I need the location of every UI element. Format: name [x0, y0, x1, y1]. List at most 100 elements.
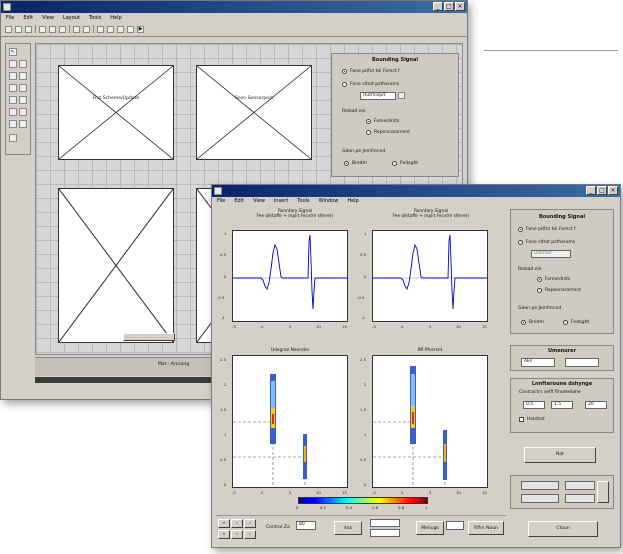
run-icon[interactable]: ▶ [137, 25, 144, 33]
layout-editor-titlebar[interactable]: _ □ × [1, 1, 467, 13]
figure-titlebar[interactable]: _ □ × [212, 185, 620, 197]
reset-button[interactable]: Rflrn Noun [468, 521, 504, 535]
value-edit-field[interactable]: Dehmer [531, 250, 571, 258]
extra-button[interactable] [597, 481, 609, 503]
energy-plot-axes[interactable] [372, 355, 488, 488]
menu-item[interactable]: Help [347, 197, 358, 206]
extra-field-3[interactable] [521, 494, 559, 503]
value-edit-field[interactable]: Hutmiepit [360, 92, 396, 100]
extra-field-4[interactable] [565, 494, 595, 503]
radio-option-2[interactable] [518, 240, 523, 245]
menu-item[interactable]: View [42, 14, 54, 23]
buttongroup-tool-icon[interactable] [19, 120, 27, 128]
menu-item[interactable]: View [253, 197, 265, 206]
axes-placeholder[interactable]: Frst Scheme/Update [58, 65, 174, 160]
range-to-field[interactable] [370, 529, 400, 537]
signal-plot-axes[interactable] [372, 230, 488, 322]
nav-down-prev-button[interactable]: ‹ [231, 530, 243, 539]
slider-tool-icon[interactable] [19, 60, 27, 68]
nav-prev-button[interactable]: ‹ [231, 519, 243, 528]
axes-placeholder[interactable] [58, 188, 174, 343]
radio-option-4[interactable] [537, 288, 542, 293]
settings-field[interactable] [446, 521, 464, 530]
settings-button[interactable]: Menugs [416, 521, 444, 535]
new-icon[interactable] [5, 25, 12, 33]
redo-icon[interactable] [83, 25, 90, 33]
minimize-icon[interactable]: _ [586, 186, 596, 195]
close-icon[interactable]: × [608, 186, 618, 195]
zoom-field[interactable]: 80 [296, 521, 316, 530]
extra-field-2[interactable] [565, 481, 595, 490]
menu-item[interactable]: Window [319, 197, 339, 206]
extra-field-1[interactable] [521, 481, 559, 490]
radio-option-1[interactable] [518, 227, 523, 232]
popup-tool-icon[interactable] [9, 96, 17, 104]
radio-option-5[interactable] [521, 320, 526, 325]
run-button[interactable]: Nat [524, 447, 596, 463]
toggle-tool-icon[interactable] [9, 108, 17, 116]
menu-item[interactable]: Edit [23, 14, 33, 23]
signal-plot-axes[interactable] [232, 230, 348, 322]
menu-item[interactable]: Insert [274, 197, 288, 206]
select-tool-icon[interactable]: ↖ [9, 48, 17, 56]
text-tool-icon[interactable] [19, 84, 27, 92]
copy-icon[interactable] [49, 25, 56, 33]
range-from-field[interactable] [370, 519, 400, 527]
panel-tool-icon[interactable] [9, 120, 17, 128]
menu-item[interactable]: Tools [89, 14, 101, 23]
listbox-tool-icon[interactable] [19, 96, 27, 104]
open-icon[interactable] [15, 25, 22, 33]
activex-tool-icon[interactable] [9, 134, 17, 142]
pushbutton-tool-icon[interactable] [9, 60, 17, 68]
placeholder-button[interactable] [123, 333, 175, 341]
paste-icon[interactable] [59, 25, 66, 33]
menu-item[interactable]: Tools [297, 197, 309, 206]
y-tick: 0 [224, 274, 227, 279]
menu-item[interactable]: Edit [234, 197, 244, 206]
radio-tool-icon[interactable] [9, 72, 17, 80]
energy-plot-axes[interactable] [232, 355, 348, 488]
maximize-icon[interactable]: □ [444, 2, 454, 11]
radio-option-6[interactable] [392, 161, 397, 166]
axes-tool-icon[interactable] [19, 108, 27, 116]
cut-icon[interactable] [39, 25, 46, 33]
radio-option-1[interactable] [342, 69, 347, 74]
radio-option-5[interactable] [344, 161, 349, 166]
param-field-2[interactable]: 1.5 [551, 401, 573, 409]
signal-options-panel[interactable]: Bounding Signal Fone pitfot tei Femct f … [331, 53, 459, 177]
menu-item[interactable]: Help [110, 14, 121, 23]
close-button[interactable]: Ctoun [528, 521, 598, 537]
radio-option-4[interactable] [366, 130, 371, 135]
align-icon[interactable] [97, 25, 104, 33]
menu-item[interactable]: File [6, 14, 14, 23]
range-field-1[interactable]: Aks [521, 358, 555, 367]
nav-next-button[interactable]: › [244, 519, 256, 528]
param-field-3[interactable]: 20 [585, 401, 607, 409]
fig-signal-panel[interactable]: Bounding Signal Fone pitfot tei Femct f … [510, 209, 614, 334]
radio-option-6[interactable] [563, 320, 568, 325]
radio-option-3[interactable] [537, 277, 542, 282]
menu-item[interactable]: Layout [63, 14, 80, 23]
radio-option-3[interactable] [366, 119, 371, 124]
minimize-icon[interactable]: _ [433, 2, 443, 11]
menu-editor-icon[interactable] [107, 25, 114, 33]
property-inspector-icon[interactable] [127, 25, 134, 33]
save-icon[interactable] [25, 25, 32, 33]
param-field-1[interactable]: 0.5 [523, 401, 545, 409]
undo-icon[interactable] [73, 25, 80, 33]
close-icon[interactable]: × [455, 2, 465, 11]
range-field-2[interactable] [565, 358, 599, 367]
menu-item[interactable]: File [217, 197, 225, 206]
nav-down-next-button[interactable]: › [244, 530, 256, 539]
apply-button[interactable]: Aas [334, 521, 362, 535]
edit-tool-icon[interactable] [9, 84, 17, 92]
radio-option-2[interactable] [342, 82, 347, 87]
axes-placeholder[interactable]: Scen Sonsarpe/s [196, 65, 312, 160]
nav-down-first-button[interactable]: « [218, 530, 230, 539]
option-checkbox[interactable] [519, 417, 524, 422]
maximize-icon[interactable]: □ [597, 186, 607, 195]
checkbox-tool-icon[interactable] [19, 72, 27, 80]
nav-first-button[interactable]: « [218, 519, 230, 528]
spin-icon[interactable] [398, 92, 405, 99]
tab-order-icon[interactable] [117, 25, 124, 33]
